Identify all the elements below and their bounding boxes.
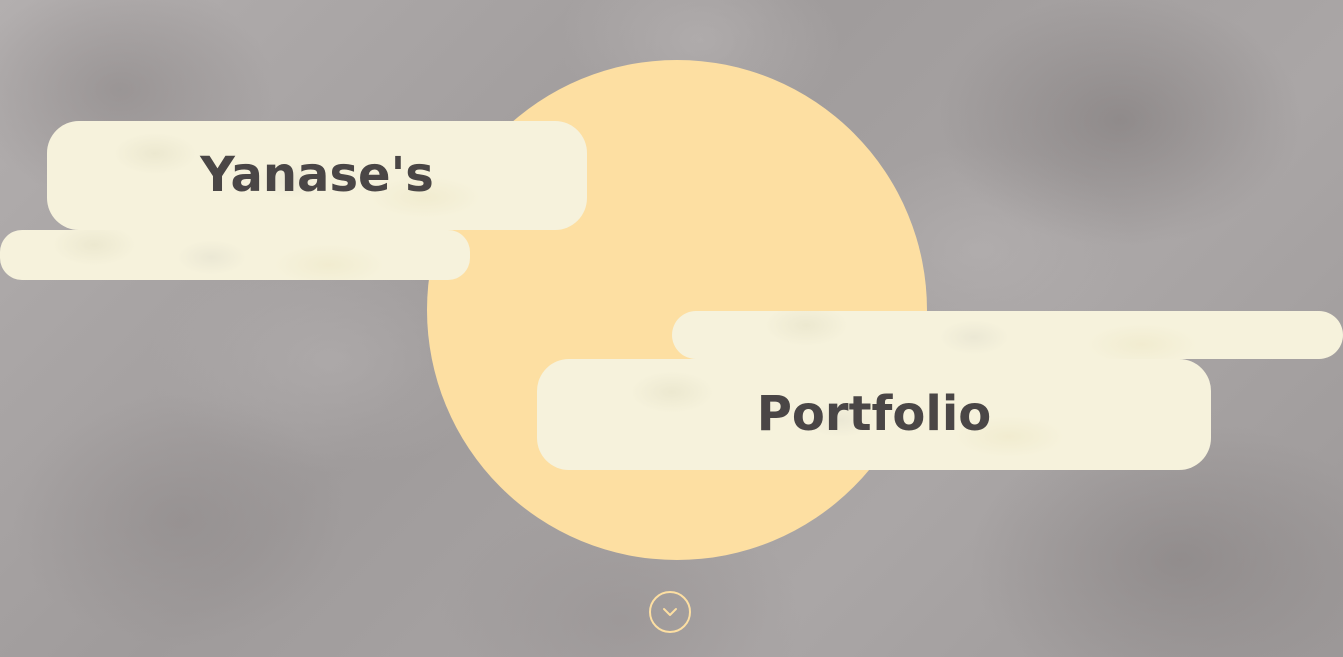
- hero-section: Yanase's Portfolio: [0, 0, 1343, 657]
- title-line-1: Yanase's: [200, 147, 434, 203]
- title-line-2: Portfolio: [756, 386, 992, 442]
- cloud-bottom-upper: [672, 311, 1343, 359]
- chevron-down-icon: [663, 608, 677, 616]
- scroll-down-button[interactable]: [649, 591, 691, 633]
- cloud-top-lower: [0, 230, 470, 280]
